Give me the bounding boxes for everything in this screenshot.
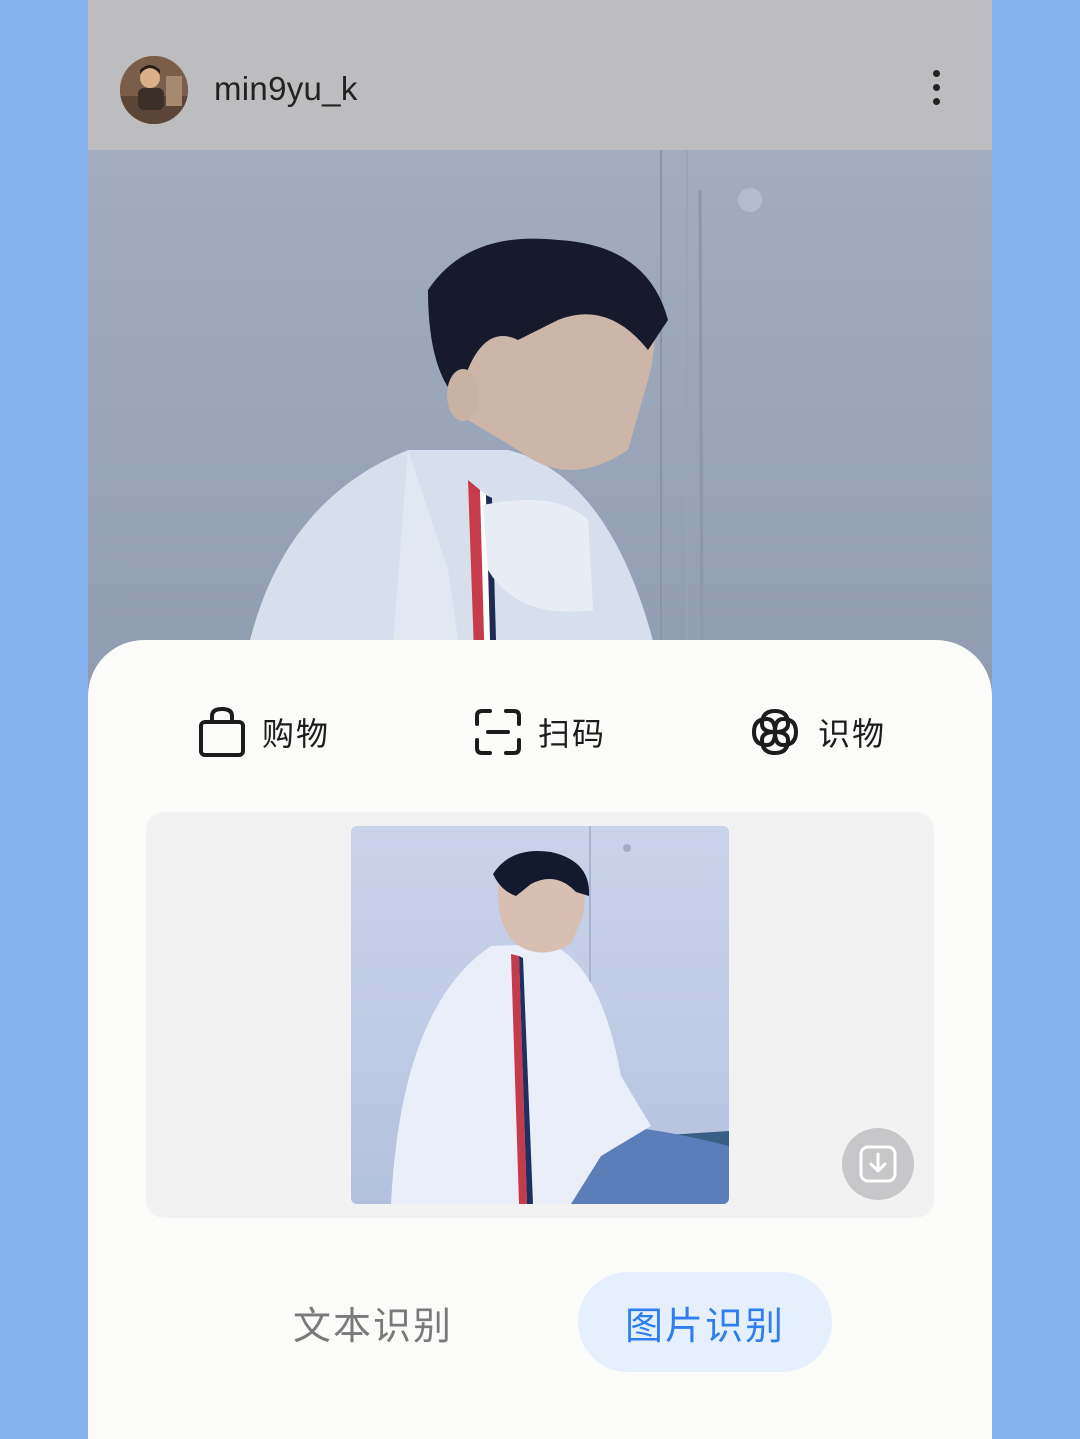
image-preview-area xyxy=(146,812,934,1218)
tab-image-recognition[interactable]: 图片识别 xyxy=(578,1272,832,1372)
avatar[interactable] xyxy=(120,56,188,124)
tool-scan[interactable]: 扫码 xyxy=(474,702,606,762)
tool-scan-label: 扫码 xyxy=(538,715,607,753)
scan-icon xyxy=(475,709,521,755)
tool-object-label: 识物 xyxy=(818,715,887,753)
preview-illustration xyxy=(391,826,729,1204)
object-recognition-icon xyxy=(751,708,799,756)
more-vertical-icon[interactable] xyxy=(924,70,948,114)
phone-screen: min9yu_k 购物 扫码 识物 文本识别 图片识别 xyxy=(88,0,992,1439)
download-button[interactable] xyxy=(842,1128,914,1200)
username[interactable]: min9yu_k xyxy=(214,70,358,108)
tool-shopping-label: 购物 xyxy=(262,715,331,753)
tool-shopping[interactable]: 购物 xyxy=(198,702,330,762)
post-photo xyxy=(88,150,992,710)
recognition-sheet: 购物 扫码 识物 文本识别 图片识别 xyxy=(88,640,992,1439)
photo-illustration xyxy=(238,188,762,710)
tab-image-recognition-label: 图片识别 xyxy=(624,1303,785,1348)
avatar-image xyxy=(120,56,188,124)
shopping-bag-icon xyxy=(199,706,245,757)
post-header: min9yu_k xyxy=(88,0,992,150)
image-preview[interactable] xyxy=(351,826,729,1204)
download-icon xyxy=(859,1145,897,1183)
tab-text-recognition[interactable]: 文本识别 xyxy=(293,1295,453,1350)
tool-object[interactable]: 识物 xyxy=(748,702,886,762)
